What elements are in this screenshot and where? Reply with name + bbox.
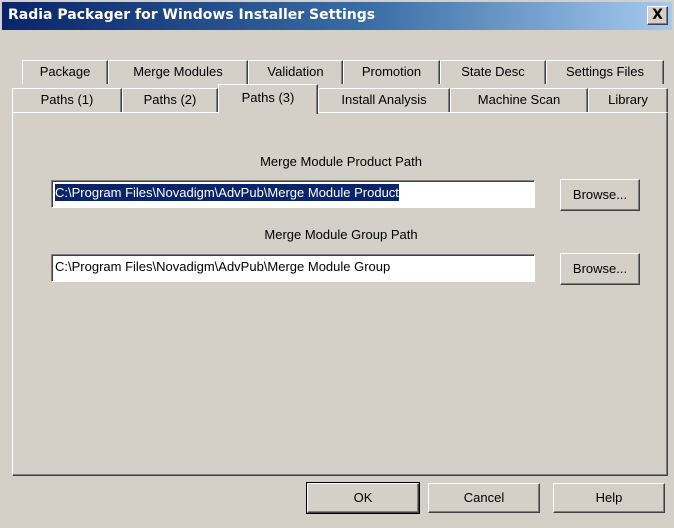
tab-label: Install Analysis	[341, 92, 427, 107]
cancel-button[interactable]: Cancel	[428, 483, 540, 513]
close-button[interactable]: X	[647, 6, 668, 25]
tab-panel-paths-3: Merge Module Product Path C:\Program Fil…	[12, 112, 668, 476]
product-path-label: Merge Module Product Path	[260, 154, 422, 169]
tab-label: Machine Scan	[477, 92, 561, 107]
group-path-value: C:\Program Files\Novadigm\AdvPub\Merge M…	[55, 259, 391, 274]
tab-label: Library	[608, 92, 648, 107]
help-button[interactable]: Help	[553, 483, 665, 513]
tab-package[interactable]: Package	[22, 60, 108, 84]
product-path-value: C:\Program Files\Novadigm\AdvPub\Merge M…	[55, 184, 399, 201]
tab-paths-1[interactable]: Paths (1)	[12, 88, 122, 112]
tab-label: Validation	[267, 64, 324, 79]
product-path-input[interactable]: C:\Program Files\Novadigm\AdvPub\Merge M…	[51, 180, 535, 208]
tab-label: Package	[39, 64, 91, 79]
tab-state-desc[interactable]: State Desc	[440, 60, 546, 84]
window-title: Radia Packager for Windows Installer Set…	[8, 7, 376, 23]
tab-paths-2[interactable]: Paths (2)	[122, 88, 218, 112]
tab-label: State Desc	[461, 64, 525, 79]
tab-label: Paths (1)	[40, 92, 94, 107]
group-path-label: Merge Module Group Path	[264, 227, 418, 242]
tab-paths-3[interactable]: Paths (3)	[218, 84, 318, 114]
tab-label: Paths (3)	[241, 90, 295, 105]
tab-machine-scan[interactable]: Machine Scan	[450, 88, 588, 112]
tab-label: Promotion	[361, 64, 422, 79]
group-path-input[interactable]: C:\Program Files\Novadigm\AdvPub\Merge M…	[51, 254, 535, 282]
tab-library[interactable]: Library	[588, 88, 668, 112]
tab-label: Settings Files	[565, 64, 645, 79]
settings-dialog: Radia Packager for Windows Installer Set…	[0, 0, 674, 528]
ok-button[interactable]: OK	[306, 482, 420, 514]
tab-label: Paths (2)	[143, 92, 197, 107]
tab-label: Merge Modules	[133, 64, 223, 79]
close-icon: X	[652, 7, 663, 23]
tab-merge-modules[interactable]: Merge Modules	[108, 60, 248, 84]
tab-validation[interactable]: Validation	[248, 60, 343, 84]
group-browse-button[interactable]: Browse...	[560, 253, 640, 285]
product-browse-button[interactable]: Browse...	[560, 179, 640, 211]
tab-settings-files[interactable]: Settings Files	[546, 60, 664, 84]
title-bar[interactable]: Radia Packager for Windows Installer Set…	[2, 2, 672, 30]
tab-install-analysis[interactable]: Install Analysis	[318, 88, 450, 112]
tab-promotion[interactable]: Promotion	[343, 60, 440, 84]
